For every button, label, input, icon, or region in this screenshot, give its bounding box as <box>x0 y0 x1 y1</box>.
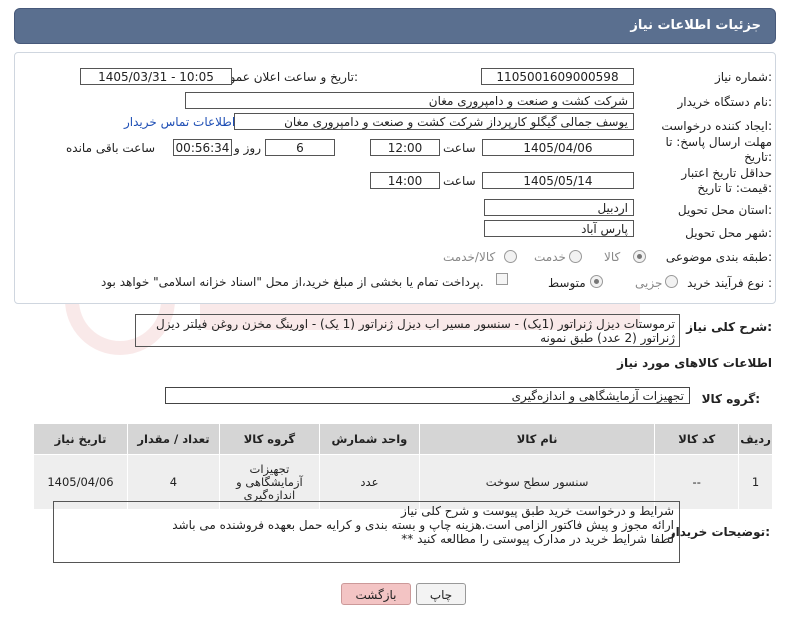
notes-line: ارائه مجوز و پیش فاکتور الزامی است.هزینه… <box>172 518 674 532</box>
treasury-payment-note: پرداخت تمام یا بخشی از مبلغ خرید،از محل … <box>101 275 484 289</box>
category-option-goods-service: کالا/خدمت <box>443 250 496 264</box>
col-row: ردیف <box>738 423 773 455</box>
reply-deadline-label: مهلت ارسال پاسخ: تا تاریخ: <box>665 135 772 164</box>
process-radio-medium[interactable] <box>590 275 603 288</box>
buyer-org-label: نام دستگاه خریدار: <box>677 95 773 109</box>
col-qty: تعداد / مقدار <box>127 423 220 455</box>
price-validity-time-field: 14:00 <box>370 172 440 189</box>
announce-datetime-field: 1405/03/31 - 10:05 <box>80 68 232 85</box>
category-label: طبقه بندی موضوعی: <box>665 250 772 264</box>
process-option-minor: جزیی <box>635 276 663 290</box>
cell-row: 1 <box>738 454 773 510</box>
col-group: گروه کالا <box>218 423 320 455</box>
cell-group-line: تجهیزات <box>249 461 290 476</box>
goods-section-title: اطلاعات کالاهای مورد نیاز <box>617 356 772 370</box>
process-label: نوع فرآیند خرید : <box>687 276 772 290</box>
city-field: پارس آباد <box>484 220 634 237</box>
city-label: شهر محل تحویل: <box>685 226 772 240</box>
page-title: جزئیات اطلاعات نیاز <box>630 18 761 33</box>
creator-label: ایجاد کننده درخواست: <box>661 119 772 133</box>
col-unit: واحد شمارش <box>318 423 420 455</box>
reply-time-field: 12:00 <box>370 139 440 156</box>
price-validity-label: حداقل تاریخ اعتبار قیمت: تا تاریخ: <box>681 166 772 195</box>
province-label: استان محل تحویل: <box>677 203 772 217</box>
category-radio-goods-service[interactable] <box>504 250 517 263</box>
process-radio-minor[interactable] <box>665 275 678 288</box>
goods-group-field: تجهیزات آزمایشگاهی و اندازه‌گیری <box>165 387 690 404</box>
description-textarea[interactable]: ترموستات دیزل ژنراتور (1یک) - سنسور مسیر… <box>135 314 680 347</box>
reply-time-label: ساعت <box>443 141 476 155</box>
category-option-goods: کالا <box>604 250 621 264</box>
announce-label: تاریخ و ساعت اعلان عمومی: <box>213 70 358 84</box>
cell-group-line: اندازه‌گیری <box>243 487 296 502</box>
buyer-org-field: شرکت کشت و صنعت و دامپروری مغان <box>185 92 634 109</box>
buyer-contact-link[interactable]: اطلاعات تماس خریدار <box>124 115 235 129</box>
category-option-service: خدمت <box>534 250 566 264</box>
category-radio-goods[interactable] <box>633 250 646 263</box>
process-option-medium: متوسط <box>548 276 586 290</box>
creator-field: یوسف جمالی گیگلو کارپرداز شرکت کشت و صنع… <box>234 113 634 130</box>
time-remaining-label: ساعت باقی مانده <box>66 141 156 155</box>
notes-line: لطفا شرایط خرید در مدارک پیوستی را مطالع… <box>401 532 674 546</box>
goods-table-header: ردیف کد کالا نام کالا واحد شمارش گروه کا… <box>33 423 773 455</box>
page-header: جزئیات اطلاعات نیاز <box>14 8 776 44</box>
back-button[interactable]: بازگشت <box>341 583 411 605</box>
reply-date-field: 1405/04/06 <box>482 139 634 156</box>
need-number-label: شماره نیاز: <box>714 70 772 84</box>
print-button[interactable]: چاپ <box>416 583 466 605</box>
days-label: روز و <box>234 141 261 155</box>
buyer-notes-textarea[interactable]: شرایط و درخواست خرید طبق پیوست و شرح کلی… <box>53 501 680 563</box>
need-number-field: 1105001609000598 <box>481 68 634 85</box>
price-validity-time-label: ساعت <box>443 174 476 188</box>
treasury-payment-checkbox[interactable] <box>496 273 508 285</box>
province-field: اردبیل <box>484 199 634 216</box>
description-label: شرح کلی نیاز: <box>686 320 772 334</box>
goods-table: ردیف کد کالا نام کالا واحد شمارش گروه کا… <box>33 423 773 510</box>
notes-line: شرایط و درخواست خرید طبق پیوست و شرح کلی… <box>401 504 674 518</box>
category-radio-service[interactable] <box>569 250 582 263</box>
time-remaining-field: 00:56:34 <box>173 139 232 156</box>
col-name: نام کالا <box>418 423 656 455</box>
days-remaining-field: 6 <box>265 139 335 156</box>
col-date: تاریخ نیاز <box>33 423 128 455</box>
buyer-notes-label: توضیحات خریدار: <box>668 525 770 539</box>
price-validity-date-field: 1405/05/14 <box>482 172 634 189</box>
goods-group-label: گروه کالا: <box>701 392 760 406</box>
col-code: کد کالا <box>654 423 740 455</box>
cell-group-line: آزمایشگاهی و <box>236 474 303 489</box>
